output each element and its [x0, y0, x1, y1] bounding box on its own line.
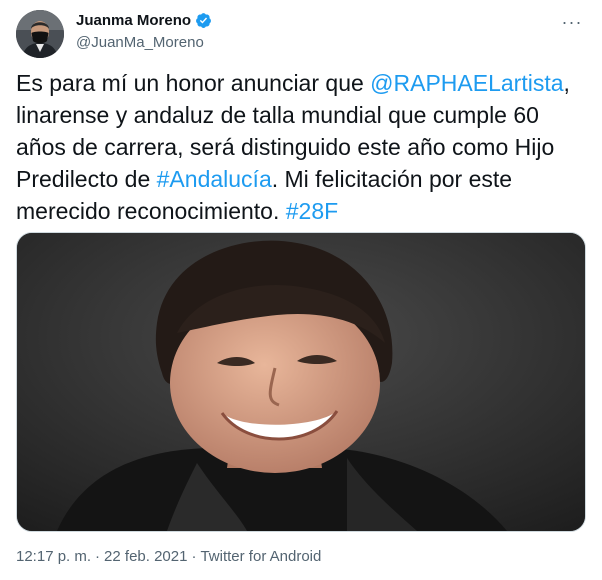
- tweet-source[interactable]: Twitter for Android: [200, 548, 321, 565]
- author-display-name[interactable]: Juanma Moreno: [76, 12, 191, 29]
- hashtag-link-28f[interactable]: #28F: [286, 198, 338, 224]
- photo-image: [17, 233, 585, 531]
- avatar[interactable]: [16, 10, 64, 58]
- author-handle[interactable]: @JuanMa_Moreno: [76, 34, 204, 51]
- tweet-text: Es para mí un honor anunciar que @RAPHAE…: [16, 67, 576, 227]
- meta-separator: ·: [95, 548, 101, 565]
- tweet-photo[interactable]: [16, 232, 586, 532]
- tweet-time[interactable]: 12:17 p. m.: [16, 548, 91, 565]
- author-name-row: Juanma Moreno: [76, 12, 212, 29]
- meta-separator: ·: [191, 548, 197, 565]
- hashtag-link-andalucia[interactable]: #Andalucía: [157, 166, 272, 192]
- tweet-card: Juanma Moreno @JuanMa_Moreno ··· Es para…: [0, 0, 602, 580]
- more-options-icon[interactable]: ···: [560, 10, 584, 34]
- avatar-image: [16, 10, 64, 58]
- mention-link[interactable]: @RAPHAELartista: [370, 70, 563, 96]
- tweet-date[interactable]: 22 feb. 2021: [104, 548, 187, 565]
- verified-badge-icon: [195, 12, 212, 29]
- tweet-meta: 12:17 p. m. · 22 feb. 2021 · Twitter for…: [16, 548, 321, 565]
- tweet-text-part: Es para mí un honor anunciar que: [16, 70, 371, 96]
